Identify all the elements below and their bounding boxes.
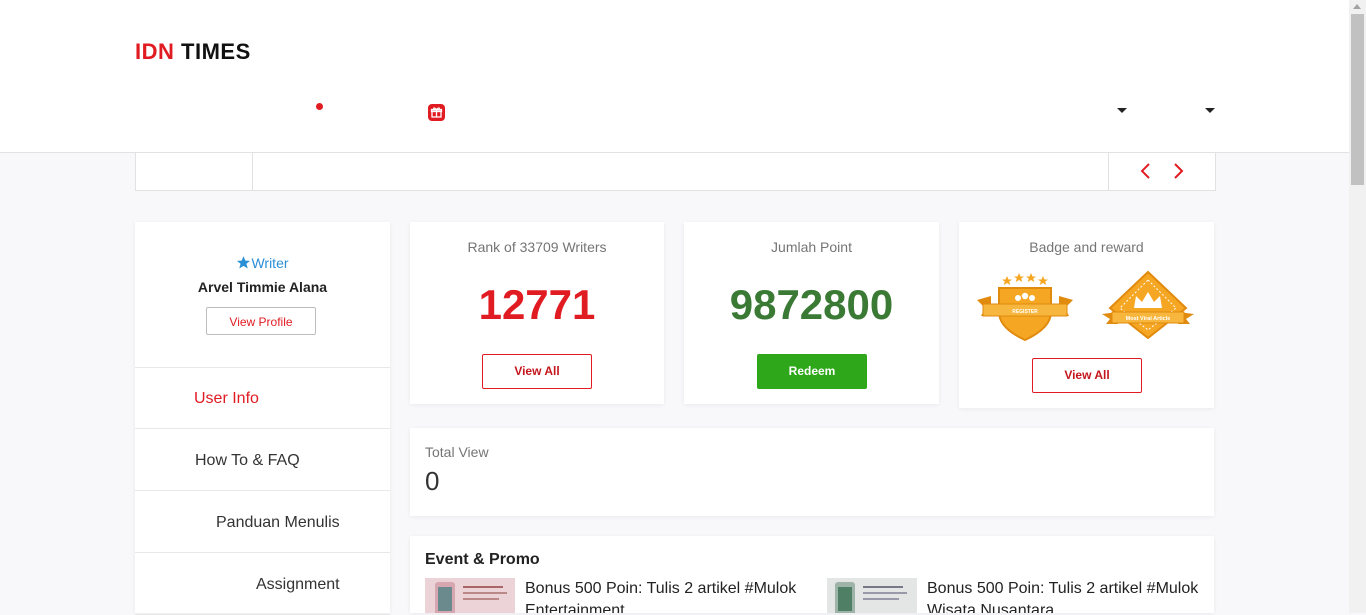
star-icon [236,255,251,273]
profile-summary: Writer Arvel Timmie Alana View Profile [135,222,390,368]
notification-dot-icon [316,103,323,110]
sidebar-item-user-info[interactable]: User Info [135,368,390,429]
register-badge-text: REGISTER [1012,309,1038,315]
dropdown-caret-icon[interactable] [1117,108,1127,113]
total-view-label: Total View [425,444,489,460]
event-promo-title: Event & Promo [425,551,540,568]
scroll-up-arrow-icon[interactable] [1353,4,1361,9]
sidebar-item-how-to-faq[interactable]: How To & FAQ [135,430,390,491]
user-role-label: Writer [251,255,289,271]
subbar-divider [252,153,253,190]
crown-badge-text: Most Viral Article [1126,316,1171,322]
sub-navigation-bar [135,153,1216,191]
rank-title: Rank of 33709 Writers [467,239,607,255]
logo-idn-text: IDN [135,39,175,64]
badge-view-all-button[interactable]: View All [1032,358,1142,393]
points-title: Jumlah Point [771,239,852,255]
account-caret-icon[interactable] [1205,108,1215,113]
promo-thumbnail-image[interactable] [827,578,917,613]
scrollbar-thumb[interactable] [1351,14,1364,185]
rank-view-all-button[interactable]: View All [482,354,592,389]
user-name: Arvel Timmie Alana [197,279,328,295]
points-card: Jumlah Point 9872800 Redeem [684,222,939,404]
user-sidebar: Writer Arvel Timmie Alana View Profile U… [135,222,390,615]
rank-card: Rank of 33709 Writers 12771 View All [410,222,664,404]
rank-value: 12771 [478,281,596,328]
register-badge-icon[interactable]: REGISTER [975,270,1075,347]
page-scrollbar[interactable] [1349,0,1366,613]
top-header: IDN TIMES [0,0,1349,153]
view-profile-button[interactable]: View Profile [206,307,316,335]
badge-card: Badge and reward REGISTER Most Viral Art… [959,222,1214,408]
promo-item-title[interactable]: Bonus 500 Poin: Tulis 2 artikel #Mulok W… [927,578,1214,613]
user-role: Writer [135,255,390,273]
logo-times-text: TIMES [181,39,251,64]
redeem-button[interactable]: Redeem [757,354,867,389]
chevron-left-icon[interactable] [1136,161,1156,181]
points-value: 9872800 [729,281,894,328]
promo-thumbnail-image[interactable] [425,578,515,613]
chevron-right-icon[interactable] [1168,161,1188,181]
event-promo-card: Event & Promo Bonus 500 Poin: Tulis 2 ar… [410,536,1214,613]
sidebar-item-panduan-menulis[interactable]: Panduan Menulis [135,492,390,553]
crown-badge-icon[interactable]: Most Viral Article [1098,270,1198,347]
subbar-divider [1108,153,1109,190]
total-view-card: Total View 0 [410,428,1214,516]
gift-icon[interactable] [428,104,445,121]
idn-times-logo[interactable]: IDN TIMES [135,38,251,66]
badge-title: Badge and reward [1029,239,1144,255]
sidebar-item-assignment[interactable]: Assignment [135,554,390,615]
total-view-value: 0 [425,466,440,496]
promo-item-title[interactable]: Bonus 500 Poin: Tulis 2 artikel #Mulok E… [525,578,815,613]
